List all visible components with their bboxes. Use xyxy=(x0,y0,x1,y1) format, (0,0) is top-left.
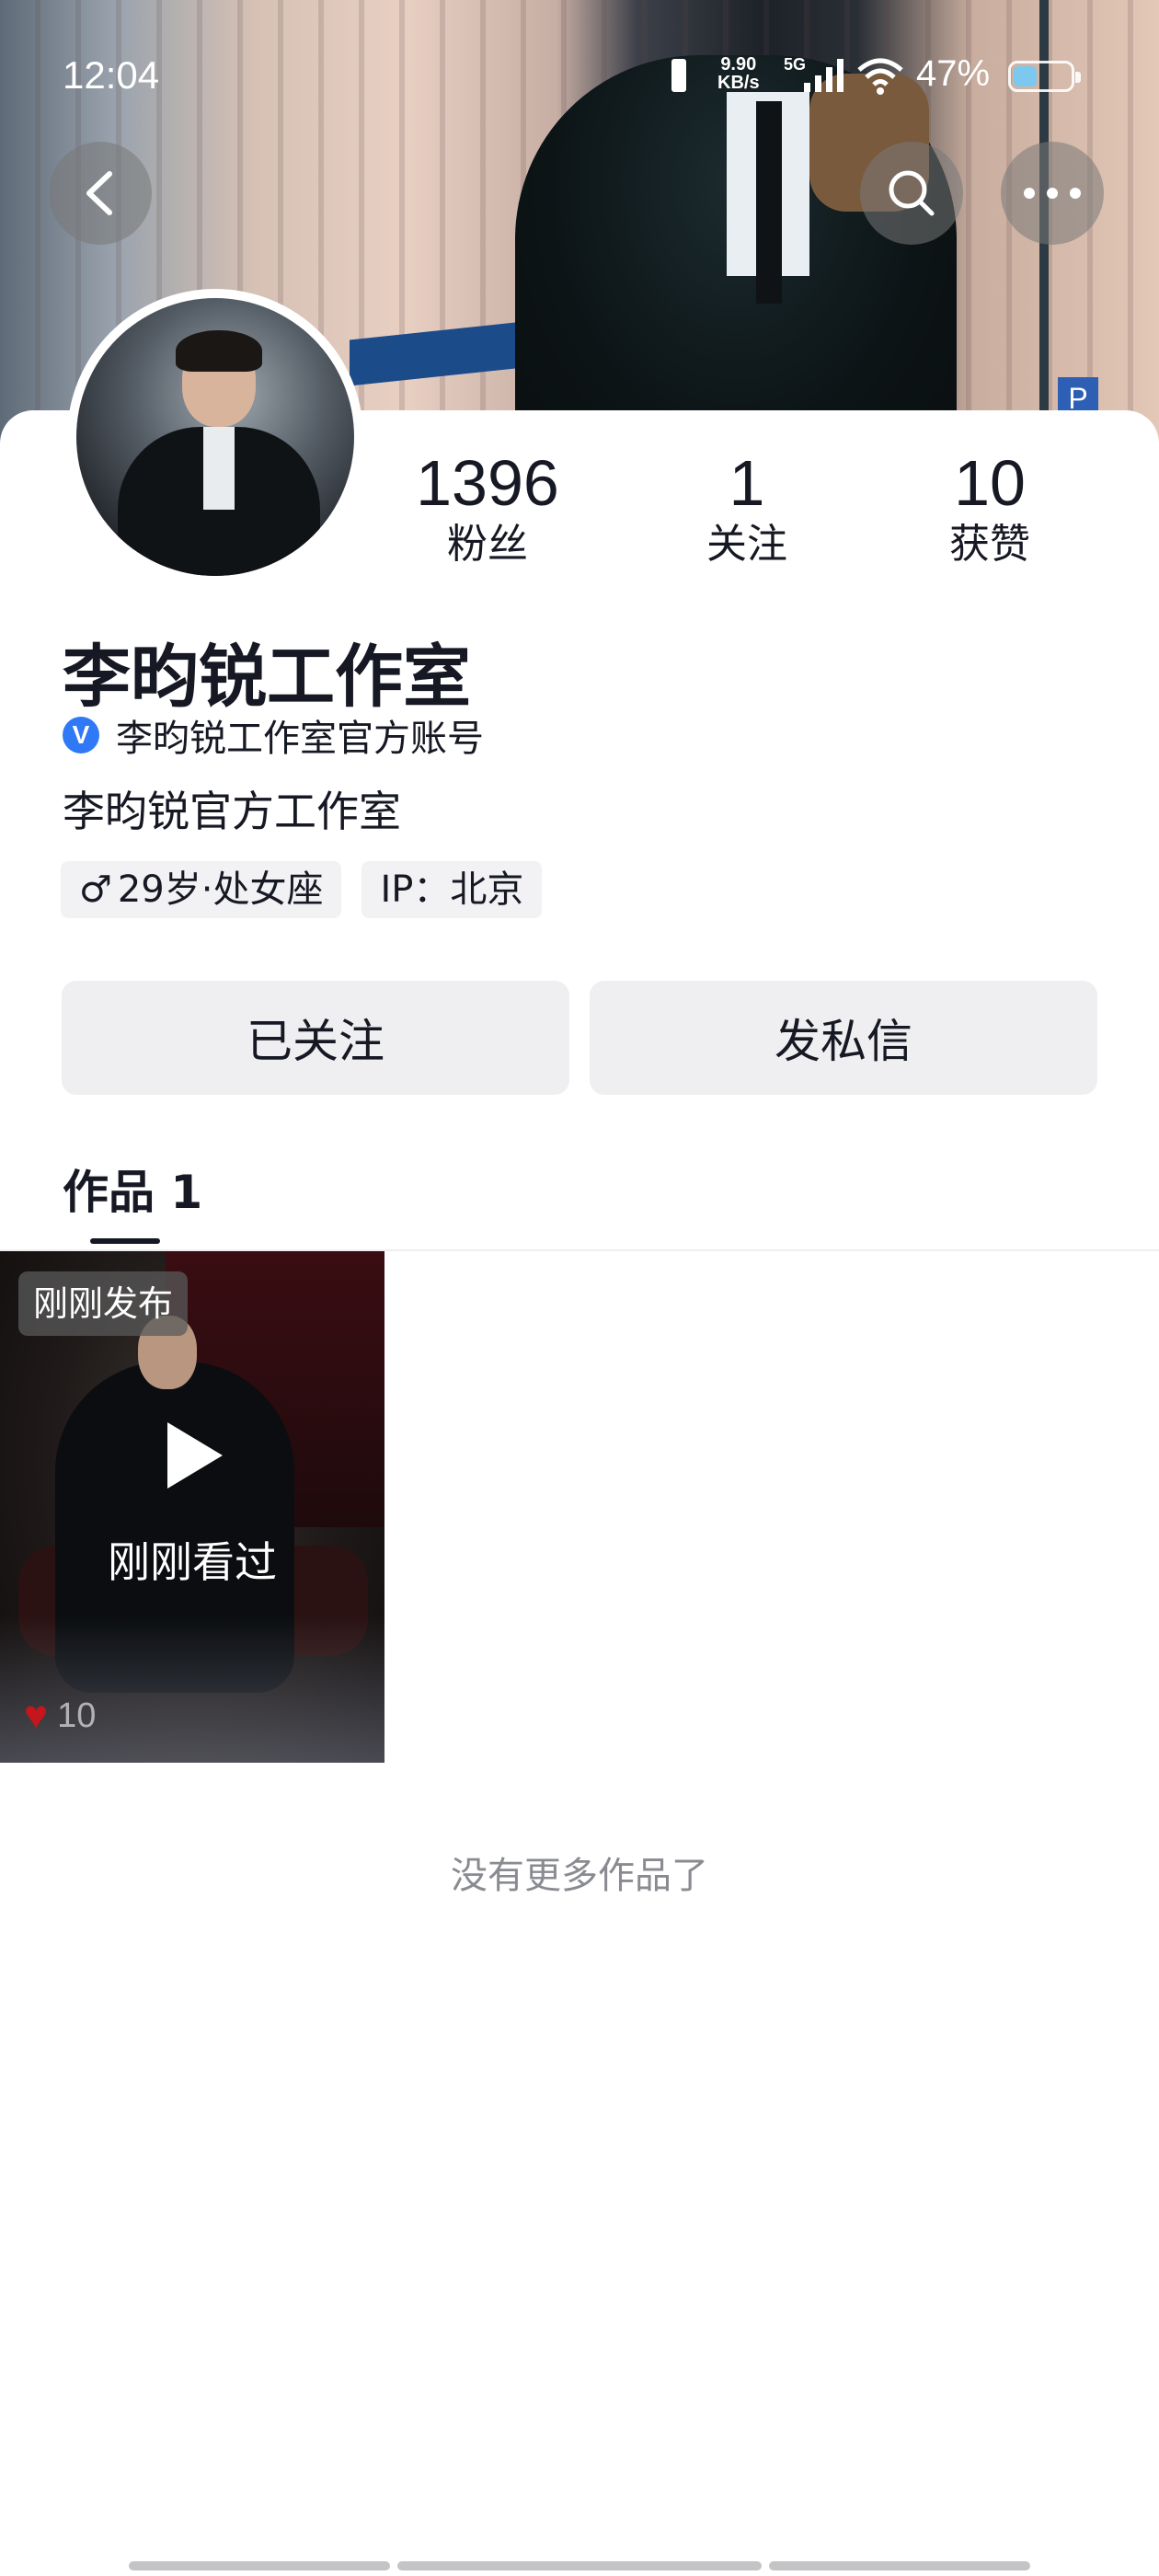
verified-line: V 李昀锐工作室官方账号 xyxy=(63,712,484,760)
more-horizontal-icon xyxy=(1024,188,1081,199)
male-icon: ♂ xyxy=(79,868,112,911)
profile-stats: 1396 粉丝 1 关注 10 获赞 xyxy=(396,447,1131,576)
nav-indicator-center xyxy=(397,2561,762,2570)
net-speed: 9.90 KB/s xyxy=(717,55,760,92)
more-button[interactable] xyxy=(1001,142,1104,245)
stat-followers[interactable]: 1396 粉丝 xyxy=(396,447,580,570)
search-icon xyxy=(889,170,935,216)
work-thumbnail[interactable]: 刚刚发布 刚刚看过 ♥ 10 xyxy=(0,1251,384,1763)
profile-tags: ♂ 29岁·处女座 IP：北京 xyxy=(61,861,543,918)
avatar[interactable] xyxy=(67,289,363,585)
net-speed-value: 9.90 xyxy=(720,54,757,75)
age-sign-tag: ♂ 29岁·处女座 xyxy=(61,861,342,918)
like-count-value: 10 xyxy=(57,1696,97,1735)
search-button[interactable] xyxy=(860,142,963,245)
tab-indicator xyxy=(90,1238,160,1244)
stat-value: 1396 xyxy=(416,447,559,519)
verified-text: 李昀锐工作室官方账号 xyxy=(116,718,484,760)
play-icon xyxy=(167,1422,223,1489)
back-button[interactable] xyxy=(49,142,152,245)
nav-indicator-right xyxy=(769,2561,1030,2570)
stat-following[interactable]: 1 关注 xyxy=(655,447,839,570)
battery-percent: 47% xyxy=(916,53,991,94)
stat-likes[interactable]: 10 获赞 xyxy=(898,447,1082,570)
sim-icon xyxy=(671,59,686,92)
age-sign-text: 29岁·处女座 xyxy=(117,868,324,911)
signal-icon xyxy=(804,59,843,92)
stat-value: 10 xyxy=(954,447,1026,519)
ip-tag: IP：北京 xyxy=(361,861,543,918)
profile-name: 李昀锐工作室 xyxy=(63,638,471,717)
tab-works[interactable]: 作品 1 xyxy=(63,1156,202,1222)
no-more-works: 没有更多作品了 xyxy=(451,1855,708,1897)
stat-label: 粉丝 xyxy=(447,521,528,568)
stat-label: 获赞 xyxy=(949,521,1030,568)
stat-value: 1 xyxy=(729,447,765,519)
profile-bio: 李昀锐官方工作室 xyxy=(63,787,401,836)
heart-icon: ♥ xyxy=(24,1693,49,1738)
like-count: ♥ 10 xyxy=(24,1693,96,1739)
chevron-left-icon xyxy=(86,171,112,215)
status-time: 12:04 xyxy=(63,53,160,97)
status-bar: 12:04 9.90 KB/s 5G 47% xyxy=(0,0,1159,147)
recently-viewed-label: 刚刚看过 xyxy=(108,1537,277,1587)
followed-button[interactable]: 已关注 xyxy=(62,981,569,1095)
nav-indicator-left xyxy=(129,2561,390,2570)
just-posted-badge: 刚刚发布 xyxy=(18,1271,189,1336)
stat-label: 关注 xyxy=(706,521,787,568)
battery-icon xyxy=(1008,61,1081,92)
verified-icon: V xyxy=(63,717,99,753)
net-speed-unit: KB/s xyxy=(717,73,760,93)
wifi-icon xyxy=(857,58,903,95)
send-message-button[interactable]: 发私信 xyxy=(590,981,1097,1095)
